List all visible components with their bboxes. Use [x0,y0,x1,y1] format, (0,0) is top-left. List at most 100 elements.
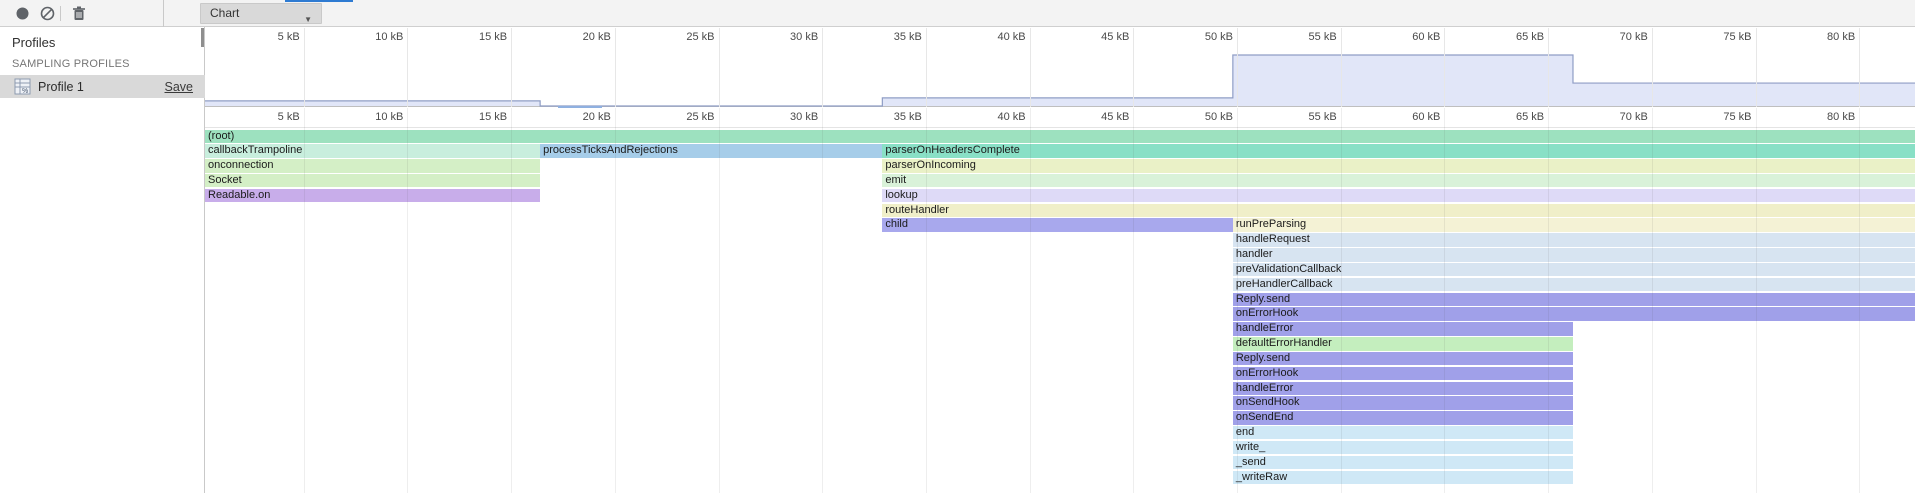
flame-frame[interactable]: (root) [205,130,1915,143]
clear-button[interactable] [38,4,57,23]
gridline [407,108,408,493]
tick-label: 55 kB [1281,31,1337,43]
flame-frame[interactable]: end [1233,426,1573,439]
profiler-app: Chart ▼ Profiles SAMPLING PROFILES % Pro… [0,0,1915,493]
flame-frame[interactable]: parserOnIncoming [882,159,1915,172]
flame-frame[interactable]: onSendHook [1233,396,1573,409]
gridline [1341,108,1342,493]
svg-text:%: % [22,88,28,95]
gridline [1237,108,1238,493]
tick-label: 35 kB [866,111,922,123]
tick-label: 50 kB [1177,31,1233,43]
gridline [511,28,512,107]
flame-frame[interactable]: callbackTrampoline [205,144,540,157]
flame-frame[interactable]: handler [1233,248,1915,261]
tick-label: 45 kB [1073,31,1129,43]
toolbar-separator [60,6,61,21]
flame-frame[interactable]: parserOnHeadersComplete [882,144,1915,157]
gridline [1652,28,1653,107]
flame-frame[interactable]: preHandlerCallback [1233,278,1915,291]
gridline [615,108,616,493]
toolbar: Chart ▼ [0,0,1915,27]
gridline [719,28,720,107]
flame-frame[interactable]: child [882,218,1233,231]
gridline [304,28,305,107]
tick-label: 15 kB [451,111,507,123]
trash-icon [72,6,86,21]
overview-pane[interactable]: 5 kB10 kB15 kB20 kB25 kB30 kB35 kB40 kB4… [205,28,1915,107]
flame-frame[interactable]: onErrorHook [1233,307,1915,320]
tick-label: 60 kB [1384,111,1440,123]
tick-label: 20 kB [555,111,611,123]
flame-frame[interactable]: onSendEnd [1233,411,1573,424]
tick-label: 75 kB [1696,31,1752,43]
flame-chart[interactable]: 5 kB10 kB15 kB20 kB25 kB30 kB35 kB40 kB4… [205,108,1915,493]
gridline [1030,108,1031,493]
gridline [1444,108,1445,493]
record-icon [16,7,29,20]
gridline [822,108,823,493]
flame-frame[interactable]: onconnection [205,159,540,172]
tick-label: 45 kB [1073,111,1129,123]
tick-label: 30 kB [762,31,818,43]
gridline [1133,108,1134,493]
tick-label: 5 kB [244,31,300,43]
tick-label: 75 kB [1696,111,1752,123]
tick-label: 40 kB [970,31,1026,43]
flame-frame[interactable]: runPreParsing [1233,218,1915,231]
tick-label: 50 kB [1177,111,1233,123]
flame-frame[interactable]: lookup [882,189,1915,202]
gridline [304,108,305,493]
tick-label: 65 kB [1488,111,1544,123]
delete-profile-button[interactable] [69,4,88,23]
tick-label: 20 kB [555,31,611,43]
flame-frame[interactable]: Reply.send [1233,352,1573,365]
tick-label: 30 kB [762,111,818,123]
chart-view-select[interactable]: Chart ▼ [200,3,322,24]
profile-list-item[interactable]: % Profile 1 Save [0,75,205,98]
gridline [1030,28,1031,107]
gridline [615,28,616,107]
flame-frame[interactable]: handleError [1233,382,1573,395]
save-link[interactable]: Save [165,80,194,94]
tick-label: 80 kB [1799,111,1855,123]
flame-frame[interactable]: Reply.send [1233,293,1915,306]
tick-label: 5 kB [244,111,300,123]
gridline [1756,108,1757,493]
gridline [822,28,823,107]
scroll-grip[interactable] [201,28,204,47]
tick-label: 70 kB [1592,111,1648,123]
flame-frame[interactable]: handleRequest [1233,233,1915,246]
flame-frame[interactable]: onErrorHook [1233,367,1573,380]
flame-frame[interactable]: _writeRaw [1233,471,1573,484]
flame-frame[interactable]: preValidationCallback [1233,263,1915,276]
flame-frame[interactable]: emit [882,174,1915,187]
tick-label: 70 kB [1592,31,1648,43]
flame-frame[interactable]: write_ [1233,441,1573,454]
gridline [719,108,720,493]
tick-label: 60 kB [1384,31,1440,43]
flame-frame[interactable]: defaultErrorHandler [1233,337,1573,350]
flame-frame[interactable]: handleError [1233,322,1573,335]
flame-frame[interactable]: routeHandler [882,204,1915,217]
flame-frame[interactable]: processTicksAndRejections [540,144,882,157]
chart-main: 5 kB 10 kB 15 kB 20 kB 25 kB 30 kB 35 kB 40 kB 4… [205,27,1915,493]
gridline [407,28,408,107]
no-entry-icon [40,6,55,21]
chart-view-select-label: Chart [210,6,239,20]
profiles-heading: Profiles [12,35,55,50]
tick-label: 25 kB [659,31,715,43]
sampling-profiles-section-label: SAMPLING PROFILES [12,58,130,70]
flame-frame[interactable]: Readable.on [205,189,540,202]
tick-label: 10 kB [347,31,403,43]
flame-frame[interactable]: _send [1233,456,1573,469]
gridline [1133,28,1134,107]
flame-frame[interactable]: Socket [205,174,540,187]
gridline [1548,108,1549,493]
gridline [1548,28,1549,107]
tick-label: 15 kB [451,31,507,43]
record-button[interactable] [13,4,32,23]
gridline [1859,28,1860,107]
tick-label: 80 kB [1799,31,1855,43]
tick-label: 55 kB [1281,111,1337,123]
